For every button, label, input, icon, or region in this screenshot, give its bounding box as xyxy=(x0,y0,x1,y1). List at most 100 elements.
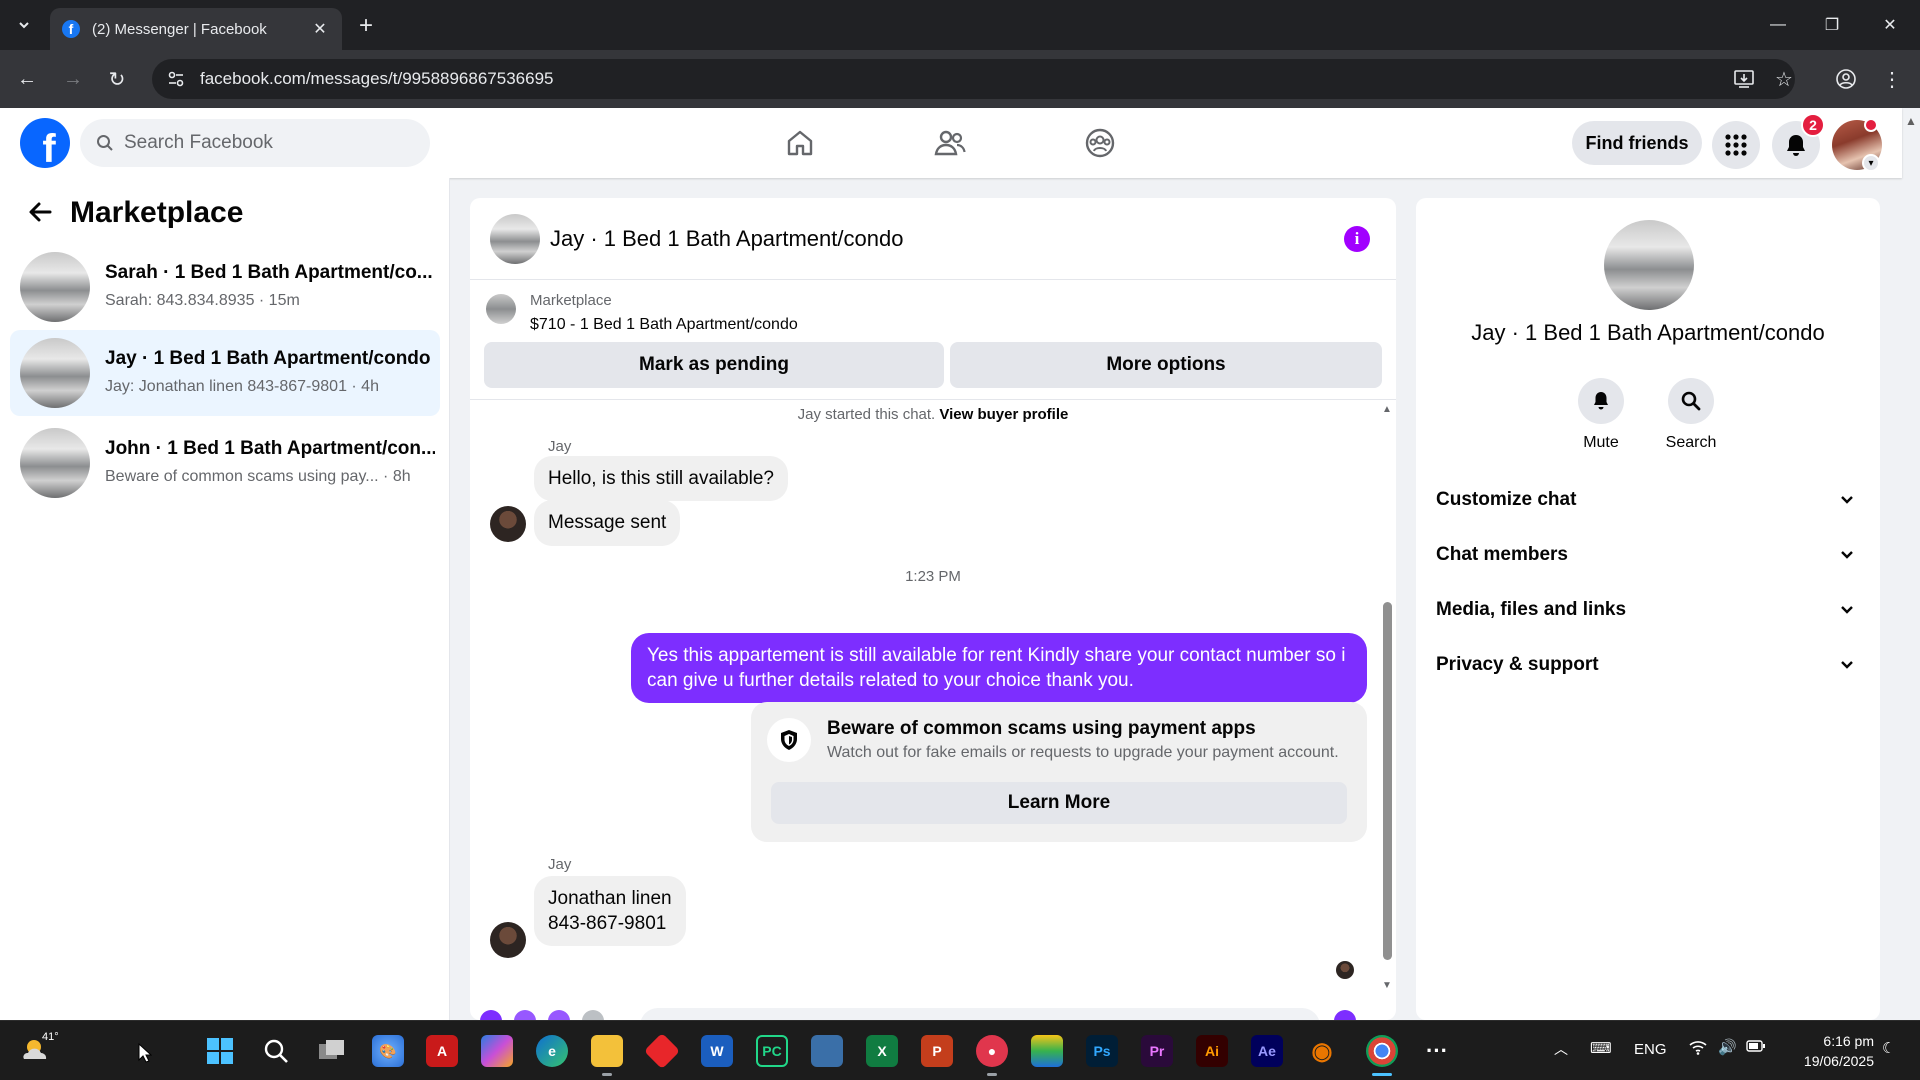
site-info-icon[interactable] xyxy=(158,69,194,89)
sender-avatar[interactable] xyxy=(490,922,526,958)
pycharm-app-icon[interactable]: PC xyxy=(756,1035,788,1067)
search-action[interactable]: Search xyxy=(1646,378,1736,452)
mark-as-pending-button[interactable]: Mark as pending xyxy=(484,342,944,388)
conversation-name: Jay · 1 Bed 1 Bath Apartment/condo xyxy=(1471,320,1825,345)
taskbar-search-icon[interactable] xyxy=(260,1035,292,1067)
more-options-button[interactable]: More options xyxy=(950,342,1382,388)
learn-more-button[interactable]: Learn More xyxy=(771,782,1347,824)
listing-price-title[interactable]: $710 - 1 Bed 1 Bath Apartment/condo xyxy=(530,316,798,334)
file-explorer-icon[interactable] xyxy=(591,1035,623,1067)
sender-avatar[interactable] xyxy=(490,506,526,542)
word-app-icon[interactable]: W xyxy=(701,1035,733,1067)
language-indicator[interactable]: ENG xyxy=(1634,1041,1667,1058)
conversation-item-active[interactable]: Jay · 1 Bed 1 Bath Apartment/condo Jay: … xyxy=(10,330,440,416)
volume-icon[interactable]: 🔊 xyxy=(1718,1038,1737,1056)
install-app-icon[interactable] xyxy=(1730,65,1758,93)
chat-members-section[interactable]: Chat members xyxy=(1436,531,1860,579)
listing-thumbnail[interactable] xyxy=(486,294,516,324)
desktop-app-icon[interactable] xyxy=(811,1035,843,1067)
close-window-button[interactable]: ✕ xyxy=(1870,12,1910,38)
excel-app-icon[interactable]: X xyxy=(866,1035,898,1067)
photo-icon[interactable] xyxy=(514,1010,536,1020)
tab-search-button[interactable] xyxy=(8,11,40,39)
close-tab-icon[interactable]: ✕ xyxy=(310,19,330,39)
notification-center-icon[interactable]: ☾ xyxy=(1882,1039,1895,1057)
page-scroll-up-arrow[interactable]: ▲ xyxy=(1905,114,1917,128)
illustrator-app-icon[interactable]: Ai xyxy=(1196,1035,1228,1067)
conversation-avatar xyxy=(20,252,90,322)
facebook-logo[interactable]: f xyxy=(20,118,70,168)
start-windows-icon[interactable] xyxy=(204,1035,236,1067)
keyboard-icon[interactable]: ⌨ xyxy=(1590,1039,1612,1057)
menu-kebab-icon[interactable]: ⋮ xyxy=(1878,65,1906,93)
message-composer xyxy=(470,1000,1396,1020)
scroll-down-arrow[interactable]: ▼ xyxy=(1382,980,1392,991)
gif-icon[interactable] xyxy=(582,1010,604,1020)
scroll-up-arrow[interactable]: ▲ xyxy=(1382,404,1392,415)
photoshop-app-icon[interactable]: Ps xyxy=(1086,1035,1118,1067)
anydesk-app-icon[interactable] xyxy=(643,1032,681,1070)
restore-button[interactable]: ❐ xyxy=(1812,12,1852,38)
incoming-message[interactable]: Hello, is this still available? xyxy=(534,456,788,501)
profile-icon[interactable] xyxy=(1832,65,1860,93)
groups-icon[interactable] xyxy=(1080,125,1120,161)
scrollbar-thumb[interactable] xyxy=(1383,602,1392,960)
new-tab-button[interactable]: + xyxy=(352,12,380,40)
premiere-app-icon[interactable]: Pr xyxy=(1141,1035,1173,1067)
minimize-button[interactable]: — xyxy=(1758,12,1798,38)
show-more-icon[interactable]: ··· xyxy=(1421,1035,1453,1067)
customize-chat-section[interactable]: Customize chat xyxy=(1436,476,1860,524)
chrome-app-icon[interactable] xyxy=(1366,1035,1398,1067)
facebook-search[interactable] xyxy=(80,119,430,167)
paint-app-icon[interactable]: 🎨 xyxy=(372,1035,404,1067)
thumbs-up-icon[interactable] xyxy=(1334,1010,1356,1020)
chevron-down-icon xyxy=(1841,606,1853,614)
back-arrow-icon[interactable] xyxy=(24,196,56,228)
menu-grid-icon[interactable] xyxy=(1712,121,1760,169)
forward-button[interactable]: → xyxy=(58,64,88,94)
weather-widget[interactable]: 41° xyxy=(20,1031,59,1067)
view-buyer-profile-link[interactable]: View buyer profile xyxy=(939,406,1068,423)
address-bar[interactable]: facebook.com/messages/t/9958896867536695 xyxy=(152,59,1795,99)
account-chevron-icon[interactable]: ▾ xyxy=(1862,154,1880,172)
bookmark-star-icon[interactable]: ☆ xyxy=(1770,65,1798,93)
privacy-support-section[interactable]: Privacy & support xyxy=(1436,641,1860,689)
powerpoint-app-icon[interactable]: P xyxy=(921,1035,953,1067)
conversation-profile-picture[interactable] xyxy=(1604,220,1694,310)
after-effects-app-icon[interactable]: Ae xyxy=(1251,1035,1283,1067)
recorder-app-icon[interactable]: ● xyxy=(976,1035,1008,1067)
reload-button[interactable]: ↻ xyxy=(102,64,132,94)
incoming-message[interactable]: Jonathan linen 843-867-9801 xyxy=(534,876,686,946)
chat-avatar[interactable] xyxy=(490,214,540,264)
sticker-icon[interactable] xyxy=(548,1010,570,1020)
copilot-app-icon[interactable] xyxy=(481,1035,513,1067)
layers-app-icon[interactable] xyxy=(1031,1035,1063,1067)
incoming-message[interactable]: Message sent xyxy=(534,500,681,546)
edge-browser-icon[interactable]: e xyxy=(536,1035,568,1067)
search-icon[interactable] xyxy=(1668,378,1714,424)
friends-icon[interactable] xyxy=(930,125,970,161)
conversation-item[interactable]: John · 1 Bed 1 Bath Apartment/con... Bew… xyxy=(10,420,440,506)
blender-app-icon[interactable]: ◉ xyxy=(1306,1035,1338,1067)
browser-tab[interactable]: f (2) Messenger | Facebook ✕ xyxy=(50,8,342,50)
wifi-icon[interactable] xyxy=(1688,1039,1708,1059)
system-clock[interactable]: 6:16 pm 19/06/2025 xyxy=(1784,1031,1874,1071)
conversation-item[interactable]: Sarah · 1 Bed 1 Bath Apartment/co... Sar… xyxy=(10,244,440,330)
composer-action-icon[interactable] xyxy=(480,1010,502,1020)
chat-scrollbar[interactable]: ▲ ▼ xyxy=(1380,400,1394,1000)
chat-title[interactable]: Jay · 1 Bed 1 Bath Apartment/condo xyxy=(550,226,903,252)
show-hidden-icons-chevron[interactable]: ︿ xyxy=(1554,1039,1568,1059)
back-button[interactable]: ← xyxy=(12,64,42,94)
find-friends-button[interactable]: Find friends xyxy=(1572,121,1702,165)
message-input[interactable] xyxy=(640,1008,1320,1020)
info-icon[interactable]: i xyxy=(1344,226,1370,252)
battery-icon[interactable] xyxy=(1746,1039,1766,1057)
task-view-icon[interactable] xyxy=(316,1035,348,1067)
mute-action[interactable]: Mute xyxy=(1556,378,1646,452)
acrobat-app-icon[interactable]: A xyxy=(426,1035,458,1067)
outgoing-message[interactable]: Yes this appartement is still available … xyxy=(631,633,1367,703)
media-files-links-section[interactable]: Media, files and links xyxy=(1436,586,1860,634)
facebook-search-input[interactable] xyxy=(124,132,404,154)
bell-icon[interactable] xyxy=(1578,378,1624,424)
home-icon[interactable] xyxy=(780,125,820,161)
